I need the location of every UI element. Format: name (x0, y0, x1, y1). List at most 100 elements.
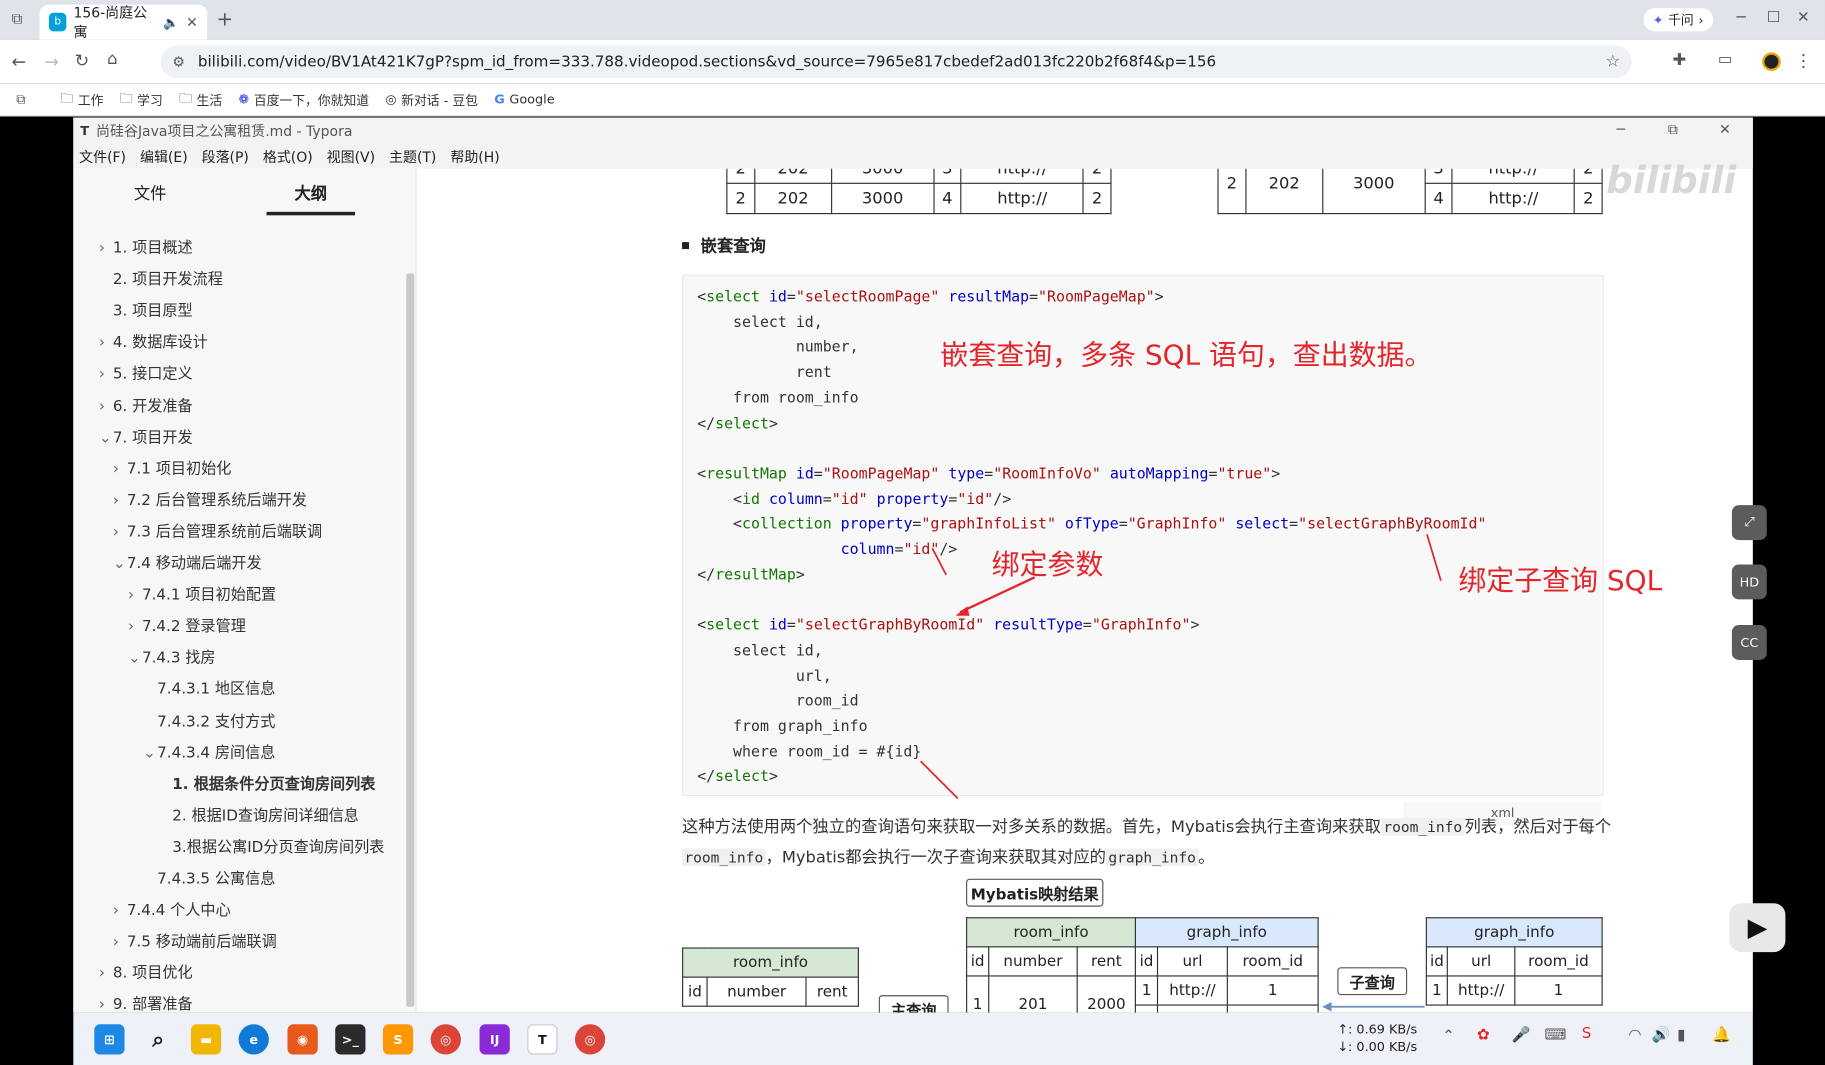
typora-restore-icon[interactable]: ⧉ (1668, 121, 1678, 138)
outline-item[interactable]: › 7.4.1 项目初始配置 (128, 582, 276, 604)
menu-view[interactable]: 视图(V) (327, 146, 375, 166)
outline-item[interactable]: › 7.2 后台管理系统后端开发 (113, 487, 307, 509)
menu-file[interactable]: 文件(F) (79, 146, 126, 166)
chevron-icon[interactable]: › (128, 618, 142, 635)
tray-app-icon[interactable]: ✿ (1477, 1027, 1490, 1044)
chevron-up-icon[interactable]: ⌃ (1442, 1028, 1455, 1045)
chevron-icon[interactable]: › (113, 492, 127, 509)
chevron-icon[interactable]: ⌄ (143, 744, 157, 761)
play-button[interactable]: ▶ (1729, 903, 1786, 953)
outline-item[interactable]: 2. 根据ID查询房间详细信息 (158, 803, 359, 825)
menu-format[interactable]: 格式(O) (263, 146, 313, 166)
tab-files[interactable]: 文件 (134, 182, 167, 205)
bookmark-doubao[interactable]: ◎ 新对话 - 豆包 (385, 90, 478, 109)
sogou-icon[interactable]: S (1582, 1025, 1592, 1042)
notification-bell-icon[interactable]: 🔔 (1712, 1027, 1731, 1044)
qianwen-button[interactable]: ✦ 千问 › (1643, 8, 1713, 32)
reload-icon[interactable]: ↻ (74, 50, 89, 71)
outline-item[interactable]: › 9. 部署准备 (99, 992, 193, 1013)
outline-item[interactable]: › 7.5 移动端前后端联调 (113, 929, 277, 951)
outline-item[interactable]: 2. 项目开发流程 (99, 267, 223, 288)
outline-item[interactable]: ⌄7.4 移动端后端开发 (113, 551, 262, 572)
chevron-icon[interactable]: › (99, 240, 113, 257)
intellij-icon[interactable]: IJ (479, 1024, 510, 1055)
search-icon[interactable]: ⌕ (143, 1024, 173, 1054)
cast-icon[interactable]: ▭ (1718, 51, 1732, 68)
outline-item[interactable]: › 4. 数据库设计 (99, 330, 208, 351)
bookmark-folder-study[interactable]: 🗀 学习 (120, 88, 163, 110)
outline-item[interactable]: ⌄7. 项目开发 (99, 424, 193, 446)
terminal-icon[interactable]: >_ (335, 1024, 366, 1055)
subtitle-icon[interactable]: CC (1731, 625, 1767, 660)
close-icon[interactable]: ✕ (186, 14, 198, 30)
url-field[interactable]: ⚙ bilibili.com/video/BV1At421K7gP?spm_id… (160, 45, 1632, 78)
minimize-icon[interactable]: ─ (1737, 9, 1746, 26)
speaker-icon[interactable]: 🔈 (163, 15, 179, 30)
typora-minimize-icon[interactable]: ─ (1617, 121, 1625, 137)
chevron-icon[interactable]: ⌄ (99, 429, 113, 446)
outline-item[interactable]: ⌄7.4.3.4 房间信息 (143, 740, 275, 761)
outline-item[interactable]: 1. 根据条件分页查询房间列表 (158, 771, 375, 793)
back-icon[interactable]: ← (12, 51, 27, 72)
hd-icon[interactable]: HD (1731, 564, 1767, 600)
site-info-icon[interactable]: ⚙ (172, 54, 185, 70)
chevron-icon[interactable]: › (99, 997, 113, 1013)
chrome-icon[interactable]: ◎ (430, 1024, 461, 1055)
chevron-icon[interactable]: ⌄ (128, 650, 142, 667)
outline-item[interactable]: 3.根据公寓ID分页查询房间列表 (158, 834, 384, 856)
outline-item[interactable]: › 1. 项目概述 (99, 235, 193, 257)
menu-paragraph[interactable]: 段落(P) (202, 146, 249, 166)
ubuntu-icon[interactable]: ◉ (287, 1024, 318, 1055)
outline-item[interactable]: › 7.1 项目初始化 (113, 456, 231, 478)
more-menu-icon[interactable]: ⋮ (1795, 50, 1812, 71)
maximize-icon[interactable]: ☐ (1767, 9, 1781, 26)
avatar[interactable] (1762, 52, 1781, 71)
microphone-icon[interactable]: 🎤 (1512, 1027, 1531, 1044)
home-icon[interactable]: ⌂ (107, 50, 117, 69)
outline-item[interactable]: › 8. 项目优化 (99, 961, 193, 982)
tab-actions-icon[interactable]: ⧉ (12, 10, 23, 27)
mini-player-icon[interactable]: ⤢ (1731, 505, 1767, 541)
forward-icon[interactable]: → (44, 51, 59, 72)
menu-theme[interactable]: 主题(T) (389, 146, 436, 166)
bookmark-google[interactable]: G Google (494, 92, 554, 107)
battery-icon[interactable]: ▮ (1677, 1027, 1685, 1044)
chevron-icon[interactable]: › (113, 461, 127, 478)
outline-item[interactable]: 7.4.3.2 支付方式 (143, 708, 275, 730)
bookmark-folder-life[interactable]: 🗀 生活 (179, 88, 222, 110)
sidebar-scrollbar[interactable] (406, 273, 415, 1007)
wifi-icon[interactable]: ◠ (1628, 1027, 1641, 1044)
chevron-icon[interactable]: ⌄ (113, 555, 127, 572)
volume-icon[interactable]: 🔊 (1652, 1027, 1671, 1044)
windows-start-icon[interactable]: ⊞ (94, 1024, 125, 1055)
outline-item[interactable]: › 5. 接口定义 (99, 361, 193, 383)
typora-taskbar-icon[interactable]: T (527, 1024, 558, 1055)
outline-item[interactable]: › 7.3 后台管理系统前后端联调 (113, 519, 322, 541)
window-close-icon[interactable]: ✕ (1797, 9, 1810, 26)
chevron-icon[interactable]: › (99, 366, 113, 383)
chrome-icon[interactable]: ◎ (574, 1024, 606, 1055)
outline-item[interactable]: ⌄7.4.3 找房 (128, 645, 216, 667)
tab-outline[interactable]: 大纲 (266, 182, 355, 216)
chevron-icon[interactable]: › (113, 934, 127, 951)
chevron-icon[interactable]: › (128, 587, 142, 604)
chevron-icon[interactable]: › (99, 965, 113, 982)
tab-groups-icon[interactable]: ⧉ (16, 91, 25, 107)
bookmark-baidu[interactable]: ❁ 百度一下，你就知道 (238, 90, 369, 109)
extensions-icon[interactable]: ✚ (1673, 51, 1687, 70)
outline-item[interactable]: 7.4.3.5 公寓信息 (143, 866, 275, 888)
outline-item[interactable]: › 6. 开发准备 (99, 393, 193, 414)
file-explorer-icon[interactable]: ▬ (190, 1024, 222, 1055)
chevron-icon[interactable]: › (99, 334, 113, 351)
sublime-icon[interactable]: S (382, 1024, 414, 1055)
new-tab-icon[interactable]: + (216, 8, 233, 31)
input-method-icon[interactable]: ⌨ (1544, 1027, 1566, 1044)
chevron-icon[interactable]: › (99, 397, 113, 414)
menu-help[interactable]: 帮助(H) (450, 146, 499, 166)
outline-item[interactable]: › 7.4.2 登录管理 (128, 614, 246, 635)
bookmark-folder-work[interactable]: 🗀 工作 (60, 88, 103, 110)
outline-item[interactable]: 3. 项目原型 (99, 298, 193, 320)
chevron-icon[interactable]: › (113, 524, 127, 541)
tab-bilibili[interactable]: b 156-尚庭公寓 🔈 ✕ (39, 4, 208, 41)
menu-edit[interactable]: 编辑(E) (140, 146, 188, 166)
